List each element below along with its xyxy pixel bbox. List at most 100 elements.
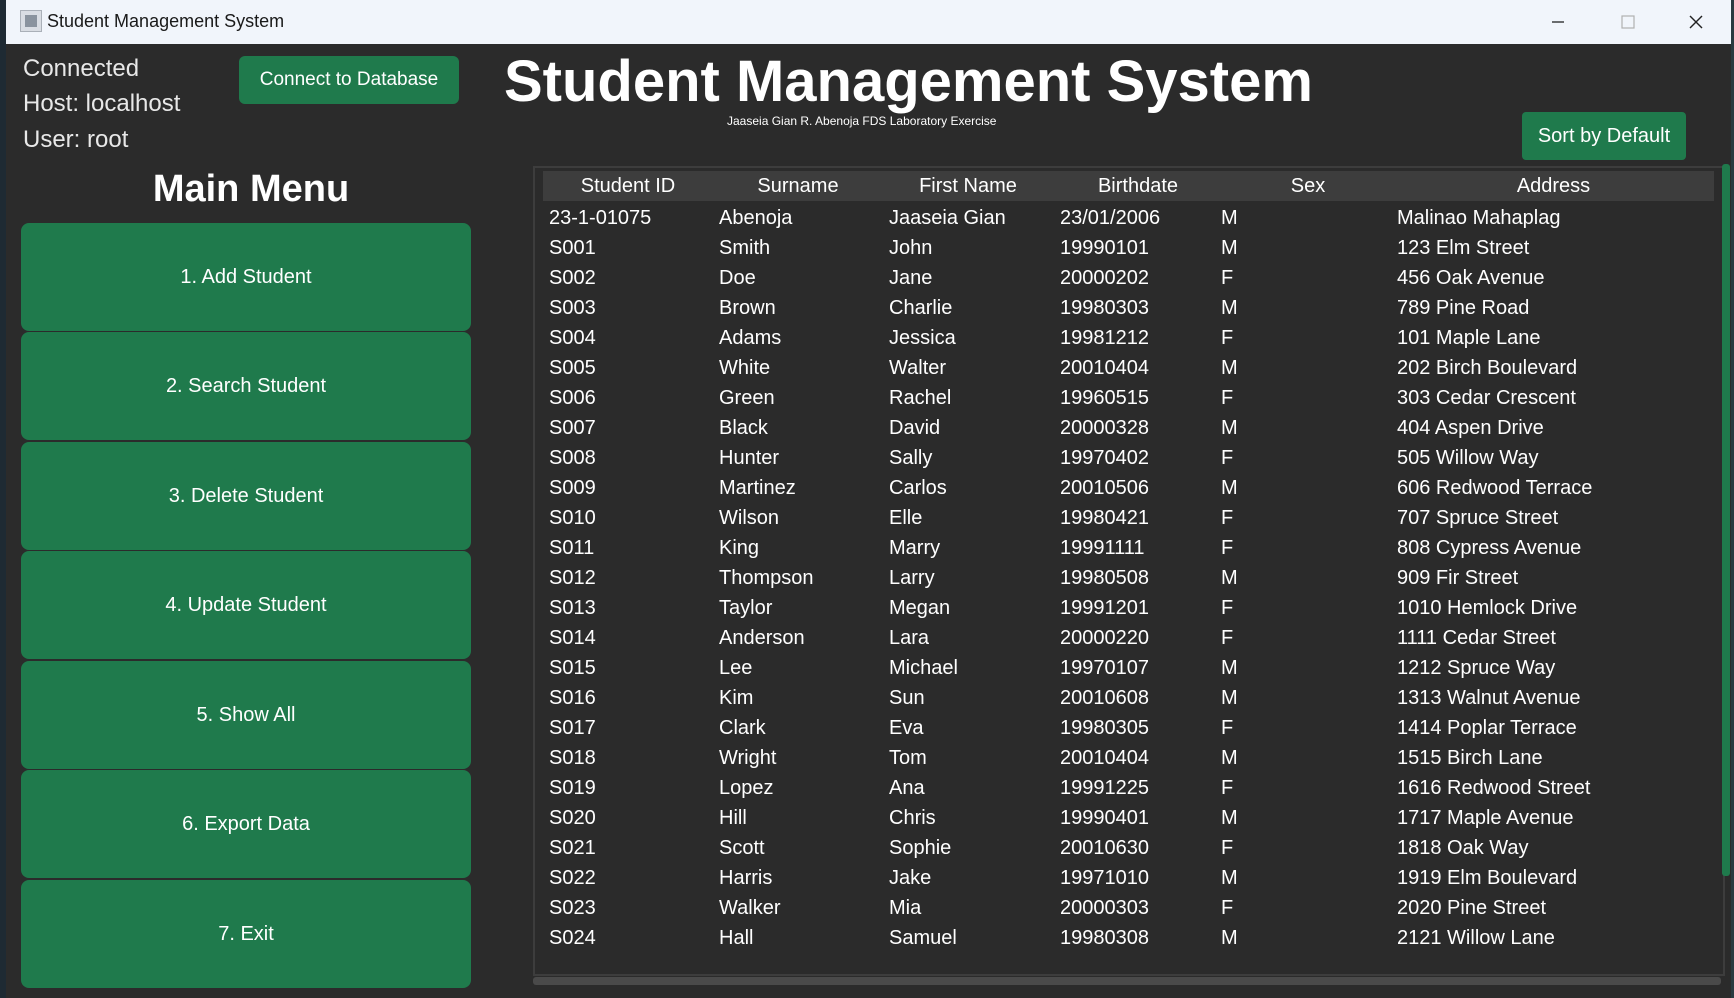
cell-student-id: S004 (549, 327, 596, 349)
delete-student-button[interactable]: 3. Delete Student (21, 442, 471, 550)
cell-birthdate: 20000202 (1060, 267, 1149, 289)
cell-birthdate: 19991111 (1060, 537, 1145, 559)
sort-default-button[interactable]: Sort by Default (1522, 112, 1686, 160)
table-row[interactable]: S004 Adams Jessica 19981212 F 101 Maple Lane (543, 323, 1714, 353)
table-row[interactable]: 23-1-01075 Abenoja Jaaseia Gian 23/01/2006 M… (543, 203, 1714, 233)
cell-address: 1515 Birch Lane (1397, 747, 1543, 769)
table-row[interactable]: S018 Wright Tom 20010404 M 1515 Birch Lane (543, 743, 1714, 773)
app-window: Student Management System Connected Host… (6, 0, 1731, 998)
cell-first-name: Sophie (889, 837, 952, 859)
table-row[interactable]: S007 Black David 20000328 M 404 Aspen Drive (543, 413, 1714, 443)
close-button[interactable] (1661, 0, 1731, 44)
table-row[interactable]: S010 Wilson Elle 19980421 F 707 Spruce Street (543, 503, 1714, 533)
table-row[interactable]: S017 Clark Eva 19980305 F 1414 Poplar Terrace (543, 713, 1714, 743)
minimize-button[interactable] (1523, 0, 1593, 44)
add-student-button[interactable]: 1. Add Student (21, 223, 471, 331)
table-row[interactable]: S003 Brown Charlie 19980303 M 789 Pine Road (543, 293, 1714, 323)
column-header-surname[interactable]: Surname (713, 171, 883, 201)
cell-birthdate: 20000303 (1060, 897, 1149, 919)
table-row[interactable]: S022 Harris Jake 19971010 M 1919 Elm Boulevar… (543, 863, 1714, 893)
cell-birthdate: 19980305 (1060, 717, 1149, 739)
cell-surname: Harris (719, 867, 773, 889)
column-header-sex[interactable]: Sex (1223, 171, 1393, 201)
maximize-button[interactable] (1593, 0, 1663, 44)
table-row[interactable]: S012 Thompson Larry 19980508 M 909 Fir Street (543, 563, 1714, 593)
cell-address: 789 Pine Road (1397, 297, 1530, 319)
cell-address: 303 Cedar Crescent (1397, 387, 1576, 409)
cell-student-id: S015 (549, 657, 596, 679)
cell-surname: White (719, 357, 771, 379)
column-header-first-name[interactable]: First Name (883, 171, 1053, 201)
cell-address: 2121 Willow Lane (1397, 927, 1555, 949)
cell-address: 1818 Oak Way (1397, 837, 1529, 859)
horizontal-scrollbar[interactable] (533, 977, 1721, 985)
table-row[interactable]: S021 Scott Sophie 20010630 F 1818 Oak Way (543, 833, 1714, 863)
cell-surname: Smith (719, 237, 771, 259)
cell-sex: M (1221, 477, 1238, 499)
connect-database-button[interactable]: Connect to Database (239, 56, 459, 104)
cell-student-id: S022 (549, 867, 596, 889)
app-icon (20, 10, 42, 32)
cell-birthdate: 19991201 (1060, 597, 1149, 619)
table-row[interactable]: S024 Hall Samuel 19980308 M 2121 Willow Lane (543, 923, 1714, 953)
update-student-button[interactable]: 4. Update Student (21, 551, 471, 659)
table-row[interactable]: S016 Kim Sun 20010608 M 1313 Walnut Avenue (543, 683, 1714, 713)
cell-sex: M (1221, 567, 1238, 589)
cell-first-name: David (889, 417, 941, 439)
show-all-button[interactable]: 5. Show All (21, 661, 471, 769)
table-row[interactable]: S015 Lee Michael 19970107 M 1212 Spruce Way (543, 653, 1714, 683)
table-row[interactable]: S011 King Marry 19991111 F 808 Cypress Avenue (543, 533, 1714, 563)
cell-sex: M (1221, 807, 1238, 829)
table-row[interactable]: S005 White Walter 20010404 M 202 Birch Boulev… (543, 353, 1714, 383)
column-header-birthdate[interactable]: Birthdate (1053, 171, 1223, 201)
cell-birthdate: 20010404 (1060, 747, 1149, 769)
column-header-student-id[interactable]: Student ID (543, 171, 713, 201)
cell-surname: Clark (719, 717, 766, 739)
cell-student-id: S024 (549, 927, 596, 949)
cell-birthdate: 19970402 (1060, 447, 1149, 469)
cell-birthdate: 19971010 (1060, 867, 1149, 889)
cell-birthdate: 19980421 (1060, 507, 1149, 529)
cell-birthdate: 20010608 (1060, 687, 1149, 709)
cell-student-id: S001 (549, 237, 596, 259)
cell-birthdate: 20010404 (1060, 357, 1149, 379)
search-student-button[interactable]: 2. Search Student (21, 332, 471, 440)
cell-first-name: Larry (889, 567, 935, 589)
cell-sex: F (1221, 897, 1234, 919)
cell-sex: F (1221, 447, 1234, 469)
cell-surname: Thompson (719, 567, 814, 589)
cell-student-id: S002 (549, 267, 596, 289)
cell-birthdate: 19980308 (1060, 927, 1149, 949)
cell-birthdate: 20000220 (1060, 627, 1149, 649)
table-row[interactable]: S019 Lopez Ana 19991225 F 1616 Redwood Street (543, 773, 1714, 803)
table-row[interactable]: S001 Smith John 19990101 M 123 Elm Street (543, 233, 1714, 263)
table-row[interactable]: S013 Taylor Megan 19991201 F 1010 Hemlock Dri… (543, 593, 1714, 623)
cell-address: 456 Oak Avenue (1397, 267, 1545, 289)
table-row[interactable]: S002 Doe Jane 20000202 F 456 Oak Avenue (543, 263, 1714, 293)
cell-first-name: Charlie (889, 297, 953, 319)
cell-surname: Lee (719, 657, 753, 679)
cell-student-id: S012 (549, 567, 596, 589)
vertical-scrollbar[interactable] (1722, 164, 1730, 876)
cell-address: 1010 Hemlock Drive (1397, 597, 1578, 619)
cell-sex: M (1221, 207, 1238, 229)
table-row[interactable]: S014 Anderson Lara 20000220 F 1111 Cedar Stre… (543, 623, 1714, 653)
cell-address: 606 Redwood Terrace (1397, 477, 1593, 499)
table-row[interactable]: S023 Walker Mia 20000303 F 2020 Pine Street (543, 893, 1714, 923)
column-header-address[interactable]: Address (1393, 171, 1714, 201)
cell-student-id: S018 (549, 747, 596, 769)
export-data-button[interactable]: 6. Export Data (21, 770, 471, 878)
cell-surname: Wright (719, 747, 777, 769)
cell-sex: F (1221, 837, 1234, 859)
cell-student-id: S021 (549, 837, 596, 859)
table-row[interactable]: S020 Hill Chris 19990401 M 1717 Maple Avenue (543, 803, 1714, 833)
exit-button[interactable]: 7. Exit (21, 880, 471, 988)
cell-surname: Kim (719, 687, 754, 709)
cell-first-name: Jaaseia Gian (889, 207, 1006, 229)
cell-surname: Martinez (719, 477, 796, 499)
table-row[interactable]: S008 Hunter Sally 19970402 F 505 Willow Way (543, 443, 1714, 473)
table-row[interactable]: S009 Martinez Carlos 20010506 M 606 Redwood T… (543, 473, 1714, 503)
cell-address: Malinao Mahaplag (1397, 207, 1561, 229)
table-row[interactable]: S006 Green Rachel 19960515 F 303 Cedar Cresce… (543, 383, 1714, 413)
cell-first-name: Chris (889, 807, 936, 829)
